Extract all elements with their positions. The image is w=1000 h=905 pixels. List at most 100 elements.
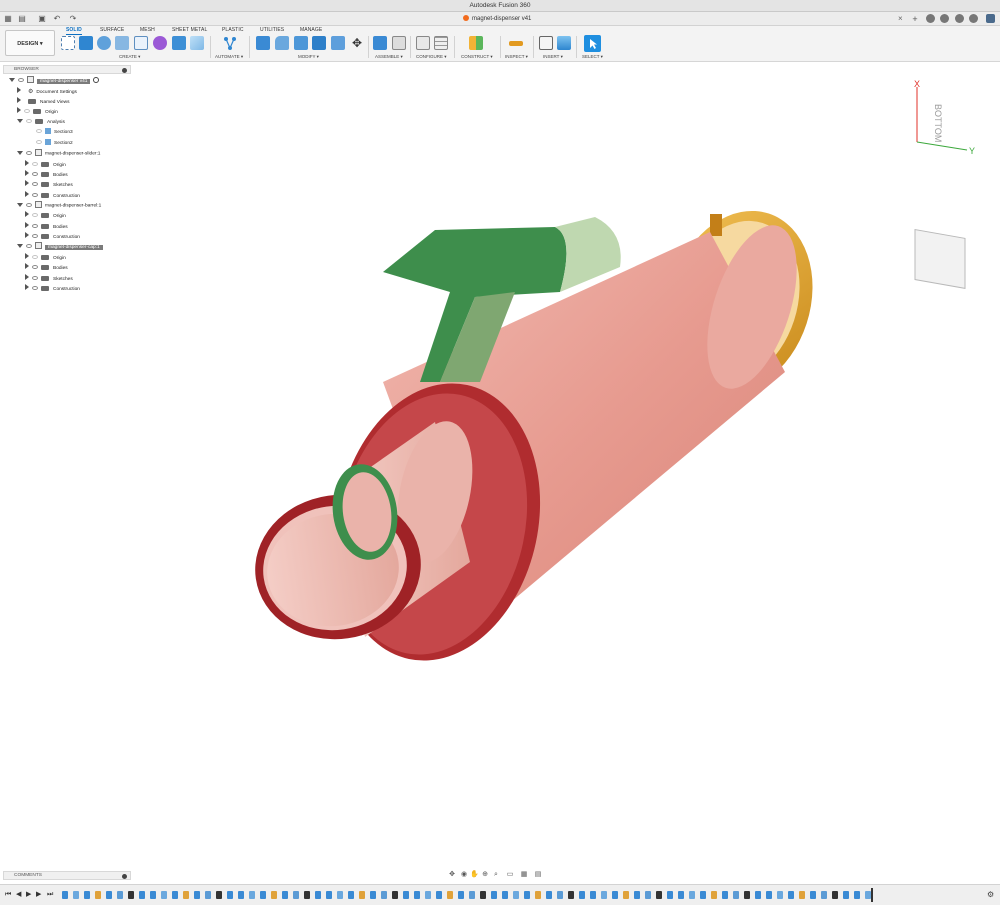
offset-plane-icon[interactable] (469, 36, 483, 50)
timeline-feature-icon[interactable] (678, 891, 684, 899)
timeline-feature-icon[interactable] (568, 891, 574, 899)
automate-icon[interactable] (223, 36, 237, 50)
step-back-icon[interactable]: ◀ (16, 890, 21, 900)
create-sketch-icon[interactable] (61, 36, 75, 50)
browser-item-origin[interactable]: Origin (17, 107, 58, 117)
browser-item-cap-construction[interactable]: Construction (25, 284, 80, 294)
revolve-icon[interactable] (97, 36, 111, 50)
combine-icon[interactable] (331, 36, 345, 50)
file-menu-icon[interactable]: ▤ (17, 14, 27, 24)
timeline-feature-icon[interactable] (711, 891, 717, 899)
extrude-icon[interactable] (79, 36, 93, 50)
tab-sheet-metal[interactable]: SHEET METAL (172, 27, 207, 33)
browser-item-slider-bodies[interactable]: Bodies (25, 170, 68, 180)
browser-root[interactable]: magnet-dispenser v41 (9, 76, 100, 86)
browser-item-cap-origin[interactable]: Origin (25, 253, 66, 263)
browser-item-cap-bodies[interactable]: Bodies (25, 263, 68, 273)
timeline-feature-icon[interactable] (634, 891, 640, 899)
visibility-icon[interactable] (32, 224, 38, 228)
notifications-icon[interactable] (955, 14, 964, 23)
timeline-feature-icon[interactable] (106, 891, 112, 899)
visibility-icon[interactable] (32, 286, 38, 290)
visibility-icon[interactable] (18, 77, 24, 82)
browser-item-section3[interactable]: Section3 (29, 128, 73, 138)
timeline-feature-icon[interactable] (260, 891, 266, 899)
visibility-icon[interactable] (32, 182, 38, 186)
configure-icon[interactable] (416, 36, 430, 50)
shell-icon[interactable] (312, 36, 326, 50)
model-canvas[interactable]: BOTTOM X Y (135, 62, 1000, 868)
orbit-icon[interactable]: ✥ (448, 871, 456, 879)
timeline-settings-icon[interactable]: ⚙ (987, 890, 994, 899)
expand-icon[interactable] (17, 150, 23, 155)
save-icon[interactable]: ▣ (37, 14, 47, 24)
expand-icon[interactable] (17, 87, 21, 93)
pattern-icon[interactable] (134, 36, 148, 50)
move-icon[interactable]: ✥ (350, 36, 364, 50)
timeline-feature-icon[interactable] (238, 891, 244, 899)
timeline-feature-icon[interactable] (832, 891, 838, 899)
timeline-feature-icon[interactable] (755, 891, 761, 899)
fillet-icon[interactable] (275, 36, 289, 50)
timeline-feature-icon[interactable] (84, 891, 90, 899)
visibility-icon[interactable] (36, 129, 42, 133)
box-icon[interactable] (172, 36, 186, 50)
visibility-icon[interactable] (26, 150, 32, 155)
chamfer-icon[interactable] (294, 36, 308, 50)
timeline-feature-icon[interactable] (788, 891, 794, 899)
timeline-feature-icon[interactable] (524, 891, 530, 899)
timeline-feature-icon[interactable] (249, 891, 255, 899)
expand-icon[interactable] (25, 191, 29, 197)
create-group-label[interactable]: CREATE ▾ (119, 54, 140, 60)
browser-header[interactable]: BROWSER (3, 65, 131, 74)
app-grid-icon[interactable]: ▦ (3, 14, 13, 24)
visibility-icon[interactable] (26, 119, 32, 123)
insert-canvas-icon[interactable] (557, 36, 571, 50)
browser-item-section2[interactable]: Section2 (29, 139, 73, 149)
browser-item-barrel-construction[interactable]: Construction (25, 232, 80, 242)
timeline-feature-icon[interactable] (73, 891, 79, 899)
timeline-feature-icon[interactable] (194, 891, 200, 899)
expand-icon[interactable] (17, 97, 21, 103)
timeline-feature-icon[interactable] (370, 891, 376, 899)
timeline-feature-icon[interactable] (447, 891, 453, 899)
timeline-feature-icon[interactable] (161, 891, 167, 899)
browser-item-slider-sketches[interactable]: Sketches (25, 180, 73, 190)
derive-icon[interactable] (190, 36, 204, 50)
browser-item-cap[interactable]: magnet-dispenser-cap:1 (17, 242, 103, 252)
visibility-icon[interactable] (36, 140, 42, 144)
document-tab[interactable]: magnet-dispenser v41 (455, 13, 539, 25)
timeline-feature-icon[interactable] (414, 891, 420, 899)
timeline-marker[interactable] (871, 888, 873, 902)
timeline-feature-icon[interactable] (722, 891, 728, 899)
expand-icon[interactable] (25, 232, 29, 238)
select-icon[interactable] (584, 35, 601, 52)
activate-icon[interactable] (93, 76, 100, 83)
timeline-feature-icon[interactable] (601, 891, 607, 899)
tab-manage[interactable]: MANAGE (300, 27, 322, 33)
expand-icon[interactable] (25, 222, 29, 228)
timeline-feature-icon[interactable] (315, 891, 321, 899)
browser-item-slider[interactable]: magnet-dispenser-slider:1 (17, 149, 100, 159)
tab-surface[interactable]: SURFACE (100, 27, 124, 33)
timeline-feature-icon[interactable] (183, 891, 189, 899)
timeline-feature-icon[interactable] (546, 891, 552, 899)
timeline-feature-icon[interactable] (403, 891, 409, 899)
go-to-start-icon[interactable]: ⏮ (5, 890, 11, 900)
timeline-feature-icon[interactable] (777, 891, 783, 899)
timeline-feature-icon[interactable] (689, 891, 695, 899)
tab-solid[interactable]: SOLID (66, 27, 82, 35)
look-at-icon[interactable]: ◉ (460, 871, 468, 879)
visibility-icon[interactable] (24, 109, 30, 113)
timeline-feature-icon[interactable] (271, 891, 277, 899)
comments-panel[interactable]: COMMENTS (3, 871, 131, 880)
expand-icon[interactable] (25, 284, 29, 290)
timeline-feature-icon[interactable] (766, 891, 772, 899)
visibility-icon[interactable] (26, 243, 32, 248)
hole-icon[interactable] (115, 36, 129, 50)
go-to-end-icon[interactable]: ⏭ (47, 890, 53, 900)
expand-icon[interactable] (25, 180, 29, 186)
zoom-icon[interactable]: ⊕ (481, 871, 489, 879)
select-group-label[interactable]: SELECT ▾ (582, 54, 603, 60)
visibility-icon[interactable] (32, 255, 38, 259)
